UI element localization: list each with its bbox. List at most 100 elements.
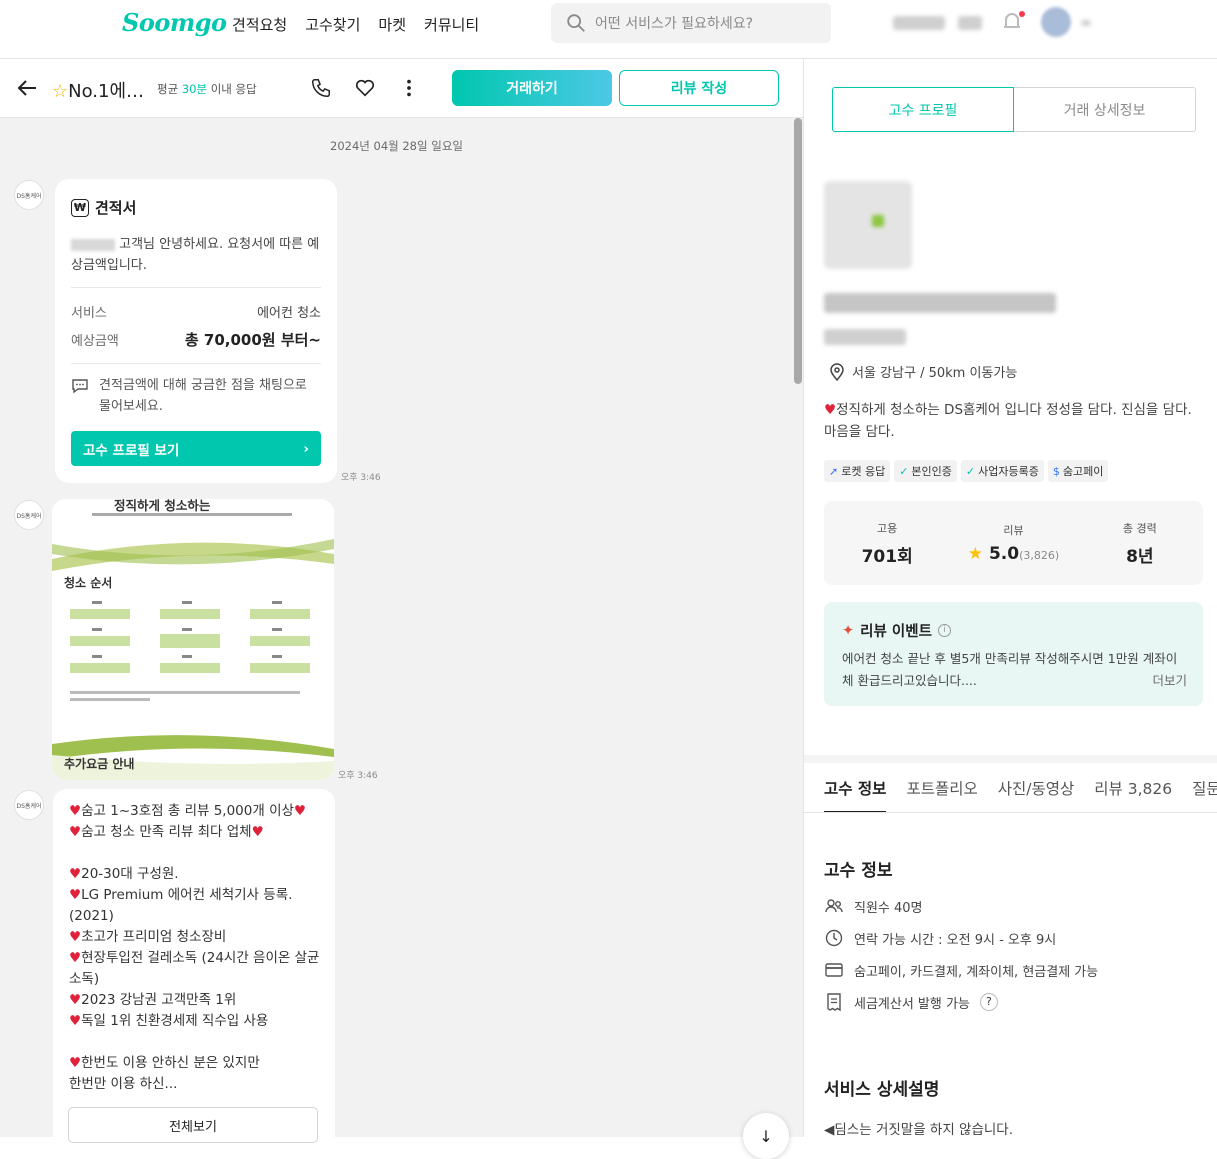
pro-avatar[interactable]: DS홈케어 — [14, 790, 44, 820]
review-event-body: 에어컨 청소 끝난 후 별5개 만족리뷰 작성해주시면 1만원 계좌이체 환급드… — [842, 651, 1178, 688]
quote-service-row: 서비스 에어컨 청소 — [71, 306, 321, 321]
tab-photos-videos[interactable]: 사진/동영상 — [998, 765, 1075, 813]
tab-reviews[interactable]: 리뷰 3,826 — [1094, 765, 1172, 813]
section-separator — [804, 755, 1217, 763]
chat-bubble-icon — [72, 379, 88, 394]
intro-message-line: ♥20-30대 구성원. — [69, 866, 179, 882]
phone-icon[interactable] — [310, 77, 332, 99]
pro-avatar[interactable]: DS홈케어 — [14, 180, 44, 210]
info-icon[interactable]: i — [937, 624, 951, 637]
review-event-box: ✦ 리뷰 이벤트 i 에어컨 청소 끝난 후 별5개 만족리뷰 작성해주시면 1… — [824, 602, 1203, 706]
chat-scrollbar[interactable] — [794, 118, 802, 384]
help-icon[interactable]: ? — [979, 993, 998, 1011]
pro-badges: ➚ 로켓 응답 ✓ 본인인증 ✓ 사업자등록증 $ 숨고페이 — [824, 460, 1109, 482]
info-tax-invoice: 세금계산서 발행 가능 ? — [824, 992, 1204, 1012]
message-time: 오후 3:46 — [338, 771, 378, 781]
notification-dot — [1019, 11, 1025, 17]
people-icon — [825, 899, 843, 913]
chat-header: ☆No.1에… 평균 30분 이내 응답 거래하기 리뷰 작성 — [0, 59, 803, 118]
star-icon: ☆ — [52, 81, 69, 102]
pro-stats: 고용 701회 리뷰 ★ 5.0(3,826) 총 경력 8년 — [824, 501, 1203, 585]
pro-introduction: ♥정직하게 청소하는 DS홈케어 입니다 정성을 담다. 진심을 담다. 마음을… — [824, 402, 1192, 440]
intro-message-line — [69, 843, 321, 864]
location-pin-icon — [830, 362, 844, 381]
check-icon: ✓ — [899, 464, 909, 478]
pro-profile-image — [824, 181, 912, 269]
nav-link-find-pro[interactable]: 고수찾기 — [305, 14, 360, 35]
nav-link-community[interactable]: 커뮤니티 — [424, 14, 479, 35]
intro-message-line: ♥2023 강남권 고객만족 1위 — [69, 992, 237, 1008]
intro-message: ♥숨고 1~3호점 총 리뷰 5,000개 이상♥ ♥숨고 청소 만족 리뷰 최다… — [53, 789, 335, 1149]
divider — [71, 287, 321, 288]
image-section-fee: 추가요금 안내 — [64, 757, 135, 771]
receipt-icon — [827, 993, 841, 1012]
back-arrow-icon[interactable] — [16, 78, 38, 98]
tab-pro-info[interactable]: 고수 정보 — [824, 765, 887, 813]
scroll-down-button[interactable]: ↓ — [743, 1113, 789, 1159]
cleaning-guide-image[interactable]: 정직하게 청소하는 청소 순서 추가요금 안내 — [52, 499, 334, 780]
intro-message-line — [69, 1032, 321, 1053]
stat-career: 총 경력 8년 — [1122, 521, 1157, 567]
intro-message-line: 한번만 이용 하신... — [69, 1076, 178, 1092]
user-avatar[interactable] — [1041, 7, 1071, 37]
profile-subtabs: 고수 정보 포트폴리오 사진/동영상 리뷰 3,826 질문 — [824, 765, 1217, 813]
heart-icon: ♥ — [69, 824, 82, 840]
write-review-button[interactable]: 리뷰 작성 — [619, 70, 779, 106]
card-icon — [825, 963, 843, 977]
nav-link-market[interactable]: 마켓 — [378, 14, 406, 35]
intro-message-line: ♥현장투입전 걸레소독 (24시간 음이온 살균소독) — [69, 950, 320, 987]
quote-greeting: 고객님 안녕하세요. 요청서에 따른 예상금액입니다. — [71, 237, 320, 273]
main-menu: 견적요청 고수찾기 마켓 커뮤니티 — [232, 14, 479, 35]
search-placeholder: 어떤 서비스가 필요하세요? — [595, 16, 754, 32]
heart-icon: ♥ — [251, 824, 264, 840]
tab-deal-detail[interactable]: 거래 상세정보 — [1014, 87, 1196, 132]
response-time-info: 평균 30분 이내 응답 — [157, 82, 257, 96]
badge-soomgo-pay: $ 숨고페이 — [1047, 460, 1109, 482]
view-full-button[interactable]: 전체보기 — [68, 1107, 318, 1143]
quote-card: ₩ 견적서 고객님 안녕하세요. 요청서에 따른 예상금액입니다. 서비스 에어… — [55, 179, 337, 483]
tab-pro-profile[interactable]: 고수 프로필 — [832, 87, 1014, 132]
intro-message-line: ♥LG Premium 에어컨 세척기사 등록.(2021) — [69, 887, 293, 924]
pro-avatar[interactable]: DS홈케어 — [14, 500, 44, 530]
profile-panel: 고수 프로필 거래 상세정보 서울 강남구 / 50km 이동가능 ♥정직하게 … — [803, 59, 1217, 1137]
chat-panel: ☆No.1에… 평균 30분 이내 응답 거래하기 리뷰 작성 2024년 04… — [0, 59, 803, 1159]
date-divider: 2024년 04월 28일 일요일 — [330, 139, 463, 153]
tab-portfolio[interactable]: 포트폴리오 — [906, 765, 977, 813]
intro-message-line: ♥초고가 프리미엄 청소장비 — [69, 929, 227, 945]
quote-price-row: 예상금액 총 70,000원 부터~ — [71, 331, 321, 349]
info-contact-hours: 연락 가능 시간 : 오전 9시 - 오후 9시 — [824, 928, 1204, 948]
check-icon: ✓ — [965, 464, 976, 478]
chat-partner-name: ☆No.1에… — [52, 81, 145, 102]
customer-name-blurred — [71, 238, 115, 251]
party-popper-icon: ✦ — [842, 622, 855, 639]
deal-button[interactable]: 거래하기 — [452, 70, 612, 106]
intro-message-text: ♥숨고 1~3호점 총 리뷰 5,000개 이상♥ ♥숨고 청소 만족 리뷰 최다… — [69, 801, 321, 1095]
top-navigation: Soomgo 견적요청 고수찾기 마켓 커뮤니티 어떤 서비스가 필요하세요? — [0, 0, 1217, 59]
won-icon: ₩ — [71, 198, 89, 217]
intro-message-line: ♥한번도 이용 안하신 분은 있지만 — [69, 1055, 260, 1071]
more-options-icon[interactable] — [398, 77, 420, 99]
review-event-more-link[interactable]: 더보기 — [1152, 670, 1187, 689]
soomgo-logo[interactable]: Soomgo — [122, 8, 227, 37]
image-section-order: 청소 순서 — [64, 576, 113, 590]
nav-link-quote-request[interactable]: 견적요청 — [232, 14, 287, 35]
intro-message-line: ♥숨고 1~3호점 총 리뷰 5,000개 이상♥ — [69, 803, 307, 819]
badge-rocket-response: ➚ 로켓 응답 — [824, 460, 891, 482]
search-input[interactable]: 어떤 서비스가 필요하세요? — [551, 3, 831, 43]
clock-icon — [825, 929, 843, 947]
intro-message-line: ♥숨고 청소 만족 리뷰 최다 업체♥ — [69, 824, 264, 840]
heart-icon: ♥ — [69, 929, 82, 945]
badge-business-registered: ✓ 사업자등록증 — [960, 460, 1044, 482]
info-employees: 직원수 40명 — [824, 896, 1204, 916]
tab-questions[interactable]: 질문 — [1192, 765, 1217, 813]
star-icon: ★ — [967, 544, 984, 564]
review-event-title: ✦ 리뷰 이벤트 i — [842, 620, 951, 641]
user-menu-blurred[interactable] — [958, 16, 982, 30]
avatar-chevron-blurred[interactable] — [1081, 20, 1091, 26]
heart-icon[interactable] — [354, 77, 376, 99]
service-detail-first-line: ◀딤스는 거짓말을 하지 않습니다. — [824, 1122, 1014, 1137]
pro-name-blurred — [824, 293, 1056, 313]
view-pro-profile-button[interactable]: 고수 프로필 보기 › — [71, 431, 321, 466]
divider — [71, 363, 321, 364]
subtabs-divider — [804, 812, 1217, 813]
